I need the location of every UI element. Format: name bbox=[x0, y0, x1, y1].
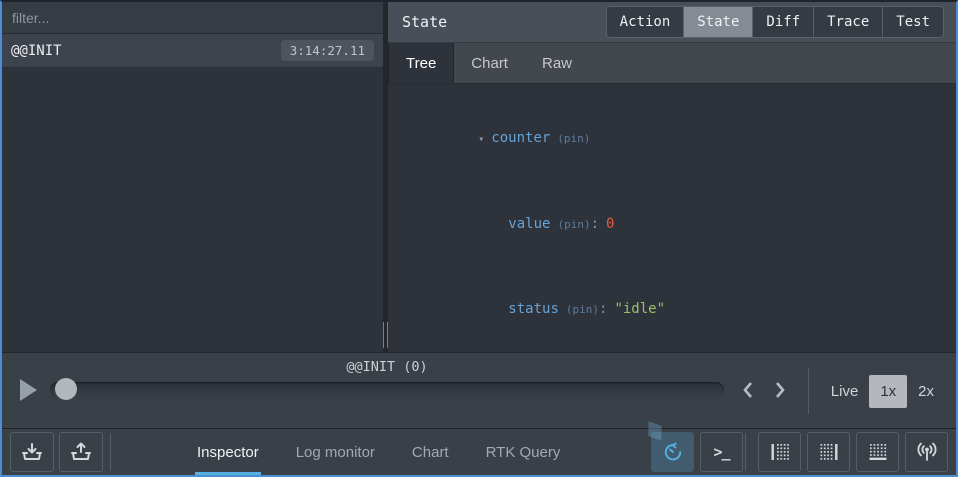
speed-2x[interactable]: 2x bbox=[907, 375, 945, 408]
panel-title: State bbox=[402, 13, 447, 31]
tab-log-monitor[interactable]: Log monitor bbox=[294, 429, 377, 475]
tree-node-counter[interactable]: ▾counter (pin) bbox=[394, 96, 956, 182]
tab-trace[interactable]: Trace bbox=[814, 7, 883, 37]
toolbar-divider bbox=[745, 433, 746, 471]
speed-live[interactable]: Live bbox=[820, 375, 870, 408]
tree-node-status[interactable]: status (pin): "idle" bbox=[394, 267, 956, 352]
main-split: @@INIT 3:14:27.11 State Action State Dif… bbox=[2, 2, 956, 352]
dispatcher-button[interactable]: >_ bbox=[700, 432, 743, 472]
subtab-tree[interactable]: Tree bbox=[388, 43, 454, 83]
action-list-panel: @@INIT 3:14:27.11 bbox=[2, 2, 383, 352]
import-icon bbox=[20, 441, 44, 463]
remote-button[interactable] bbox=[905, 432, 948, 472]
inspector-tab-group: Action State Diff Trace Test bbox=[606, 6, 944, 38]
inspector-header: State Action State Diff Trace Test bbox=[388, 2, 956, 43]
chevron-left-icon bbox=[741, 381, 755, 399]
tab-diff[interactable]: Diff bbox=[753, 7, 814, 37]
action-name: @@INIT bbox=[11, 43, 62, 59]
key-value-separator: : bbox=[599, 301, 607, 317]
chevron-right-icon bbox=[773, 381, 787, 399]
divider-drag-handle-icon[interactable] bbox=[383, 322, 388, 348]
timeline-slider-track[interactable] bbox=[50, 382, 724, 398]
dock-left-icon bbox=[769, 442, 791, 462]
collapse-arrow-icon[interactable]: ▾ bbox=[478, 126, 491, 154]
tab-test[interactable]: Test bbox=[883, 7, 943, 37]
current-action-label: @@INIT (0) bbox=[50, 359, 724, 375]
tree-key[interactable]: status bbox=[508, 301, 559, 317]
step-forward-button[interactable] bbox=[765, 373, 795, 407]
key-value-separator: : bbox=[591, 216, 599, 232]
tab-inspector[interactable]: Inspector bbox=[195, 429, 261, 475]
stopwatch-icon bbox=[662, 441, 684, 463]
playback-divider bbox=[808, 368, 809, 414]
toolbar-right-icons: >_ bbox=[645, 432, 948, 472]
state-tree: ▾counter(pin) value(pin):0 status(pin):"… bbox=[388, 84, 956, 352]
terminal-icon: >_ bbox=[713, 443, 729, 461]
export-button[interactable] bbox=[59, 432, 103, 472]
subtab-chart[interactable]: Chart bbox=[454, 43, 525, 83]
tree-key[interactable]: counter bbox=[491, 130, 550, 146]
tree-value-string: "idle" bbox=[614, 301, 665, 317]
state-view-subtabs: Tree Chart Raw bbox=[388, 43, 956, 84]
action-list-empty-area bbox=[2, 68, 383, 352]
tab-chart[interactable]: Chart bbox=[410, 429, 451, 475]
export-icon bbox=[69, 441, 93, 463]
filter-input[interactable] bbox=[12, 10, 373, 26]
action-list-item[interactable]: @@INIT 3:14:27.11 bbox=[2, 34, 383, 68]
speed-selector: Live 1x 2x bbox=[820, 375, 945, 408]
signal-icon bbox=[914, 441, 940, 463]
redux-devtools-window: @@INIT 3:14:27.11 State Action State Dif… bbox=[0, 0, 958, 477]
tree-node-value[interactable]: value (pin):0 bbox=[394, 182, 956, 267]
pin-button[interactable]: (pin) bbox=[557, 132, 590, 145]
monitor-tabs: Inspector Log monitor Chart RTK Query bbox=[195, 429, 562, 475]
bottom-toolbar: Inspector Log monitor Chart RTK Query >_ bbox=[2, 428, 956, 475]
tab-state[interactable]: State bbox=[684, 7, 753, 37]
speed-1x[interactable]: 1x bbox=[869, 375, 907, 408]
step-back-button[interactable] bbox=[733, 373, 763, 407]
play-button[interactable] bbox=[20, 379, 37, 401]
dock-bottom-button[interactable] bbox=[856, 432, 899, 472]
dock-right-icon bbox=[818, 442, 840, 462]
toolbar-divider bbox=[110, 433, 111, 471]
record-toggle-button[interactable] bbox=[651, 432, 694, 472]
subtab-raw[interactable]: Raw bbox=[525, 43, 589, 83]
dock-left-button[interactable] bbox=[758, 432, 801, 472]
dock-right-button[interactable] bbox=[807, 432, 850, 472]
action-timestamp-badge[interactable]: 3:14:27.11 bbox=[281, 40, 374, 61]
dock-bottom-icon bbox=[867, 442, 889, 462]
filter-bar bbox=[2, 2, 383, 34]
tree-key[interactable]: value bbox=[508, 216, 550, 232]
panel-resize-divider[interactable] bbox=[383, 2, 388, 352]
state-inspector-panel: State Action State Diff Trace Test Tree … bbox=[388, 2, 956, 352]
import-button[interactable] bbox=[10, 432, 54, 472]
timeline-slider-thumb[interactable] bbox=[55, 378, 77, 400]
pin-button[interactable]: (pin) bbox=[566, 303, 599, 316]
tree-value-number: 0 bbox=[606, 216, 614, 232]
tab-action[interactable]: Action bbox=[607, 7, 685, 37]
playback-bar: @@INIT (0) Live 1x 2x bbox=[2, 352, 956, 428]
pin-button[interactable]: (pin) bbox=[557, 218, 590, 231]
tab-rtk-query[interactable]: RTK Query bbox=[484, 429, 563, 475]
